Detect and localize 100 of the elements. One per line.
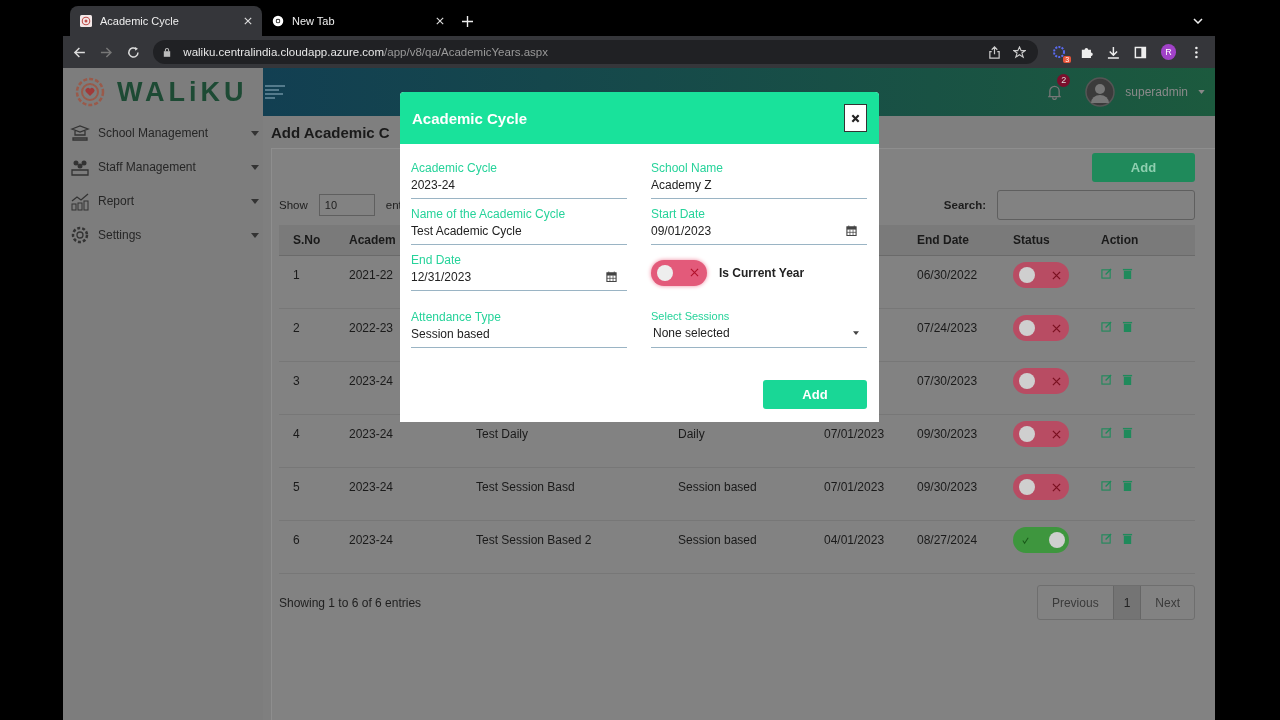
table-cell: 07/01/2023	[824, 427, 885, 441]
settings-icon	[70, 225, 90, 245]
status-toggle[interactable]	[1013, 421, 1069, 447]
modal-title: Academic Cycle	[412, 109, 528, 127]
status-toggle[interactable]	[1013, 527, 1069, 553]
search-field[interactable]	[997, 189, 1195, 220]
field-label: Select Sessions	[651, 310, 731, 322]
entries-info: Showing 1 to 6 of 6 entries	[279, 595, 422, 610]
sidebar-item[interactable]: Staff Management	[63, 150, 263, 184]
input-field[interactable]: Academy Z	[651, 176, 867, 199]
current-year-toggle[interactable]	[651, 259, 707, 286]
calendar-icon[interactable]	[846, 225, 857, 236]
table-cell: 09/30/2023	[917, 427, 978, 441]
download-icon[interactable]	[1106, 45, 1120, 59]
table-cell: 4	[293, 427, 300, 441]
address-bar[interactable]: waliku.centralindia.cloudapp.azure.com/app/v8/qa/AcademicYears.aspx	[153, 40, 1039, 64]
field-label: Academic Cycle	[411, 161, 499, 176]
table-cell: 04/01/2023	[824, 533, 885, 547]
browser-tab[interactable]: New Tab	[262, 6, 454, 36]
logo-text: WALiKU	[117, 76, 248, 108]
add-button[interactable]: Add	[1092, 153, 1195, 182]
caret-icon	[251, 232, 259, 238]
table-cell: Daily	[678, 427, 705, 441]
status-toggle[interactable]	[1013, 262, 1069, 288]
search-label: Search:	[943, 198, 986, 211]
table-cell: 2022-23	[349, 321, 394, 335]
menu-icon[interactable]	[265, 85, 285, 99]
profile-avatar[interactable]: R	[1160, 44, 1177, 60]
table-cell: Session based	[678, 480, 757, 494]
sessions-dropdown[interactable]: None selected	[651, 322, 867, 348]
sidebar-item[interactable]: Settings	[63, 218, 263, 252]
lock-icon	[163, 47, 172, 57]
browser-tab[interactable]: Academic Cycle	[70, 6, 262, 36]
table-cell: 1	[293, 268, 300, 282]
input-field[interactable]: 12/31/2023	[411, 268, 627, 291]
field-label: Start Date	[651, 207, 707, 222]
field-label: School Name	[651, 161, 725, 176]
page-heading: Add Academic C	[271, 123, 390, 141]
table-cell: Test Daily	[476, 427, 528, 441]
column-header[interactable]: Status	[1013, 233, 1050, 247]
notification-badge: 2	[1057, 74, 1071, 87]
column-header[interactable]: Academ	[349, 233, 396, 247]
previous-button[interactable]: Previous	[1037, 586, 1113, 619]
sidebar-item[interactable]: School Management	[63, 116, 263, 150]
field-label: End Date	[411, 253, 463, 268]
page-button[interactable]: 1	[1112, 586, 1142, 619]
table-cell: 2023-24	[349, 427, 394, 441]
graduation-cap-icon	[70, 123, 90, 143]
show-label: Show	[279, 198, 308, 211]
column-header[interactable]: S.No	[293, 233, 321, 247]
table-cell: 3	[293, 374, 300, 388]
browser-logo-icon	[272, 15, 284, 27]
reload-icon[interactable]	[126, 45, 140, 59]
side-panel-icon[interactable]	[1133, 45, 1147, 59]
table-cell: 06/30/2022	[917, 268, 978, 282]
avatar-icon[interactable]	[1085, 77, 1116, 107]
field-label: Name of the Academic Cycle	[411, 207, 567, 222]
table-cell: 07/24/2023	[917, 321, 978, 335]
close-button[interactable]	[844, 104, 867, 132]
column-header[interactable]: End Date	[917, 233, 969, 247]
status-toggle[interactable]	[1013, 368, 1069, 394]
table-cell: 2021-22	[349, 268, 394, 282]
field-label: Attendance Type	[411, 310, 502, 325]
column-header[interactable]: Action	[1101, 233, 1139, 247]
page-length-field[interactable]: 10	[318, 193, 375, 216]
status-toggle[interactable]	[1013, 474, 1069, 500]
input-field[interactable]: 2023-24	[411, 176, 627, 199]
cross-icon	[1052, 482, 1061, 492]
table-cell: 09/30/2023	[917, 480, 978, 494]
bell-icon[interactable]	[1048, 84, 1062, 100]
caret-icon	[251, 130, 259, 136]
table-cell: 6	[293, 533, 300, 547]
chevron-down-icon[interactable]	[1193, 18, 1203, 24]
table-cell: Test Session Basd	[476, 480, 575, 494]
sidebar-item[interactable]: Report	[63, 184, 263, 218]
table-cell: 2023-24	[349, 374, 394, 388]
user-name[interactable]: superadmin	[1125, 85, 1188, 99]
back-icon[interactable]	[73, 45, 86, 59]
star-icon[interactable]	[1013, 45, 1027, 59]
puzzle-icon[interactable]	[1080, 45, 1093, 59]
caret-icon	[251, 198, 259, 204]
status-toggle[interactable]	[1013, 315, 1069, 341]
next-button[interactable]: Next	[1141, 586, 1194, 619]
new-tab-icon[interactable]	[462, 16, 473, 27]
input-field[interactable]: 09/01/2023	[651, 222, 867, 245]
toggle-label: Is Current Year	[719, 265, 805, 280]
input-field[interactable]: Test Academic Cycle	[411, 222, 627, 245]
flower-logo-icon	[80, 15, 92, 27]
cross-icon	[1052, 429, 1061, 439]
table-cell: Session based	[678, 533, 757, 547]
forward-icon[interactable]	[99, 45, 113, 59]
table-cell: 2023-24	[349, 480, 394, 494]
check-icon	[1021, 535, 1030, 545]
input-field[interactable]: Session based	[411, 325, 627, 348]
share-icon[interactable]	[988, 45, 1002, 59]
close-icon[interactable]	[851, 113, 860, 123]
table-cell: 2023-24	[349, 533, 394, 547]
caret-icon[interactable]	[853, 330, 859, 335]
calendar-icon[interactable]	[606, 271, 617, 282]
table-cell: 5	[293, 480, 300, 494]
